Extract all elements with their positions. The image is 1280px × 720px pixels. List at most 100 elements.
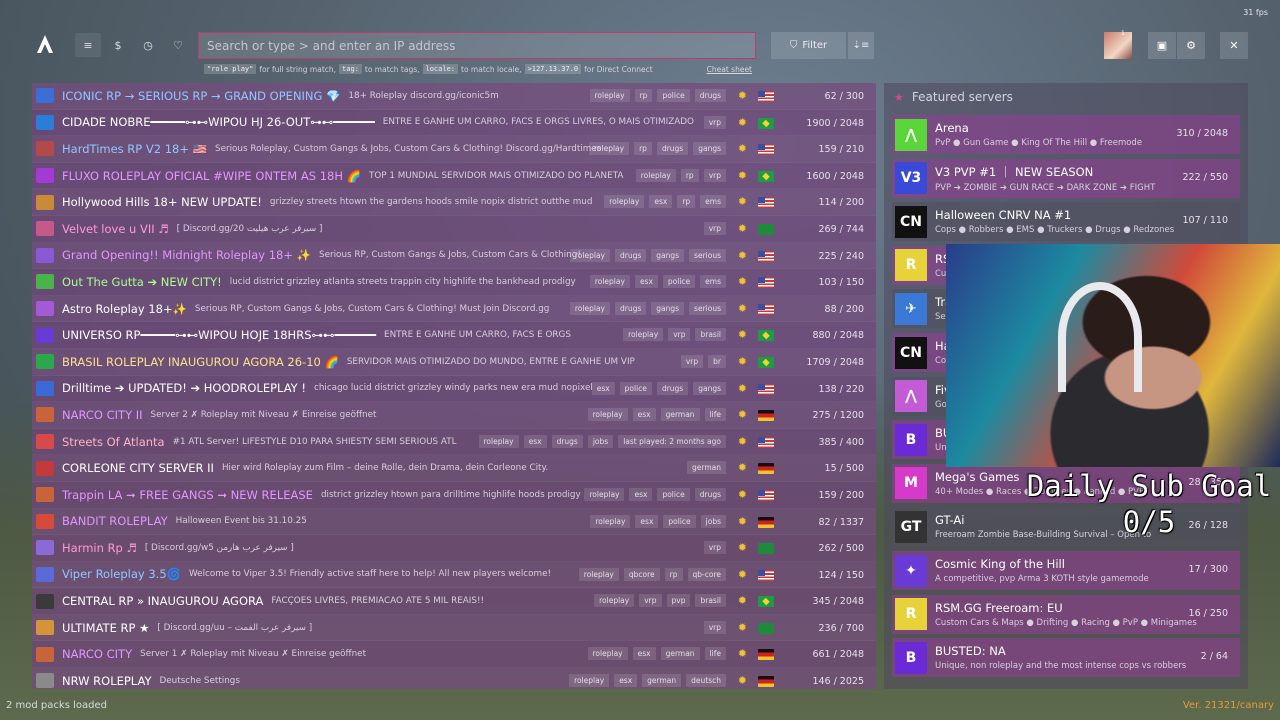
server-row[interactable]: Streets Of Atlanta #1 ATL Server! LIFEST… <box>32 429 876 456</box>
mod-packs-button[interactable]: ▣ <box>1148 32 1176 59</box>
server-tag[interactable]: vrp <box>703 620 726 634</box>
user-avatar[interactable] <box>1104 32 1132 59</box>
server-row[interactable]: ULTIMATE RP ★ [ Discord.gg/uu – سيرفر عر… <box>32 615 876 642</box>
premium-tab-icon[interactable]: $ <box>105 33 131 57</box>
server-tag[interactable]: drugs <box>694 89 726 102</box>
server-tag[interactable]: rp <box>677 195 696 209</box>
featured-server-card[interactable]: CN Halloween CNRV NA #1 Cops ● Robbers ●… <box>892 202 1240 242</box>
server-tag[interactable]: vrp <box>703 168 726 182</box>
server-tag[interactable]: german <box>660 408 700 422</box>
server-tag[interactable]: pvp <box>666 594 691 608</box>
search-input[interactable] <box>207 38 755 53</box>
settings-button[interactable]: ⚙ <box>1177 32 1205 59</box>
server-tag[interactable]: life <box>704 647 726 661</box>
featured-server-card[interactable]: V3 V3 PVP #1 ｜ NEW SEASON PVP ➔ ZOMBIE ➔… <box>892 158 1240 198</box>
server-tag[interactable]: rp <box>634 89 653 102</box>
server-tag[interactable]: jobs <box>587 434 614 448</box>
server-tag[interactable]: vrp <box>703 541 726 555</box>
server-tag[interactable]: esx <box>649 195 673 209</box>
servers-tab-icon[interactable]: ≡ <box>75 33 101 57</box>
server-tag[interactable]: vrp <box>680 354 704 368</box>
server-tag[interactable]: esx <box>635 514 659 528</box>
server-tag[interactable]: roleplay <box>589 275 630 289</box>
server-tag[interactable]: last played: 2 months ago <box>618 434 726 448</box>
server-tag[interactable]: esx <box>629 487 653 501</box>
server-tag[interactable]: roleplay <box>623 328 664 342</box>
server-tag[interactable]: gangs <box>651 248 685 262</box>
server-tag[interactable]: roleplay <box>590 514 631 528</box>
server-tag[interactable]: vrp <box>703 115 726 129</box>
server-tag[interactable]: brasil <box>695 594 726 608</box>
server-tag[interactable]: esx <box>632 647 656 661</box>
server-tag[interactable]: drugs <box>694 487 726 501</box>
server-row[interactable]: UNIVERSO RP━━━━━⊶⊷WIPOU HOJE 18HRS⊶⊷━━━━… <box>32 322 876 349</box>
server-row[interactable]: NARCO CITY II Server 2 ✗ Roleplay mit Ni… <box>32 402 876 429</box>
server-tag[interactable]: drugs <box>656 381 689 395</box>
server-row[interactable]: HardTimes RP V2 18+ 🇺🇸 Serious Roleplay,… <box>32 136 876 163</box>
server-tag[interactable]: german <box>687 461 726 475</box>
server-tag[interactable]: roleplay <box>589 89 630 102</box>
server-row[interactable]: Trappin LA ➞ FREE GANGS ➞ NEW RELEASE di… <box>32 482 876 509</box>
close-button[interactable]: ✕ <box>1220 32 1248 59</box>
server-row[interactable]: NRW ROLEPLAY Deutsche Settings roleplay e… <box>32 668 876 689</box>
server-tag[interactable]: drugs <box>614 301 647 315</box>
server-tag[interactable]: ems <box>700 195 726 209</box>
server-tag[interactable]: jobs <box>700 514 726 528</box>
server-row[interactable]: Harmin Rp ♬ [ Discord.gg/w5 سيرفر عرب ها… <box>32 535 876 562</box>
featured-server-card[interactable]: ✦ Cosmic King of the Hill A competitive,… <box>892 551 1240 590</box>
server-row[interactable]: Grand Opening!! Midnight Roleplay 18+ ✨ … <box>32 243 876 270</box>
server-row[interactable]: Hollywood Hills 18+ NEW UPDATE! grizzley… <box>32 189 876 216</box>
sort-button[interactable]: ⇣≡ <box>848 32 874 59</box>
server-tag[interactable]: ems <box>700 275 726 289</box>
server-tag[interactable]: deutsch <box>686 674 726 688</box>
server-tag[interactable]: rp <box>664 567 683 581</box>
server-tag[interactable]: roleplay <box>478 434 519 448</box>
server-tag[interactable]: esx <box>591 381 615 395</box>
server-tag[interactable]: roleplay <box>569 248 610 262</box>
server-row[interactable]: BANDIT ROLEPLAY Halloween Event bis 31.1… <box>32 509 876 536</box>
server-row[interactable]: CORLEONE CITY SERVER II Hier wird Rolepl… <box>32 455 876 482</box>
server-tag[interactable]: serious <box>689 248 726 262</box>
server-tag[interactable]: esx <box>634 275 658 289</box>
server-tag[interactable]: roleplay <box>588 142 630 156</box>
server-row[interactable]: Astro Roleplay 18+✨ Serious RP, Custom G… <box>32 296 876 323</box>
server-tag[interactable]: roleplay <box>587 408 628 422</box>
server-tag[interactable]: esx <box>614 674 638 688</box>
server-tag[interactable]: life <box>704 408 726 422</box>
featured-server-card[interactable]: B BUSTED: NA Unique, non roleplay and th… <box>892 638 1240 678</box>
server-tag[interactable]: roleplay <box>604 195 645 209</box>
server-tag[interactable]: qb-core <box>687 567 726 581</box>
server-tag[interactable]: drugs <box>656 142 689 156</box>
server-tag[interactable]: police <box>662 275 696 289</box>
featured-server-card[interactable]: R RSM.GG Freeroam: EU Custom Cars & Maps… <box>892 594 1240 634</box>
server-row[interactable]: BRASIL ROLEPLAY INAUGUROU AGORA 26-10 🌈 … <box>32 349 876 376</box>
server-tag[interactable]: roleplay <box>594 594 635 608</box>
server-tag[interactable]: german <box>660 647 700 661</box>
server-tag[interactable]: rp <box>680 168 699 182</box>
server-row[interactable]: NARCO CITY Server 1 ✗ Roleplay mit Nivea… <box>32 641 876 669</box>
server-tag[interactable]: roleplay <box>584 487 625 501</box>
server-tag[interactable]: gangs <box>693 381 726 395</box>
server-row[interactable]: Velvet love u VII ♬ [ Discord.gg/20 سيرف… <box>32 216 876 243</box>
server-tag[interactable]: drugs <box>614 248 647 262</box>
cheat-sheet-link[interactable]: Cheat sheet <box>707 65 752 74</box>
server-tag[interactable]: gangs <box>651 301 685 315</box>
server-row[interactable]: FLUXO ROLEPLAY OFICIAL #WIPE ONTEM AS 18… <box>32 163 876 190</box>
server-row[interactable]: CIDADE NOBRE━━━━━⊶⊷WIPOU HJ 26-OUT⊶⊷━━━━… <box>32 110 876 137</box>
server-tag[interactable]: esx <box>523 434 547 448</box>
server-tag[interactable]: police <box>657 487 690 501</box>
server-row[interactable]: CENTRAL RP » INAUGUROU AGORA FACÇOES LIV… <box>32 588 876 615</box>
server-row[interactable]: Drilltime ➔ UPDATED! ➔ HOODROLEPLAY ! ch… <box>32 376 876 403</box>
server-tag[interactable]: roleplay <box>578 567 619 581</box>
server-tag[interactable]: roleplay <box>569 301 610 315</box>
server-tag[interactable]: qbcore <box>623 567 660 581</box>
server-tag[interactable]: rp <box>634 142 652 156</box>
server-tag[interactable]: serious <box>689 301 726 315</box>
server-tag[interactable]: police <box>663 514 696 528</box>
server-tag[interactable]: police <box>657 89 690 102</box>
server-row[interactable]: Out The Gutta ➔ NEW CITY! lucid district… <box>32 269 876 296</box>
server-tag[interactable]: vrp <box>668 328 691 342</box>
featured-server-card[interactable]: ⋀ Arena PvP ● Gun Game ● King Of The Hil… <box>892 115 1240 154</box>
server-tag[interactable]: roleplay <box>569 674 610 688</box>
server-tag[interactable]: roleplay <box>587 647 628 661</box>
